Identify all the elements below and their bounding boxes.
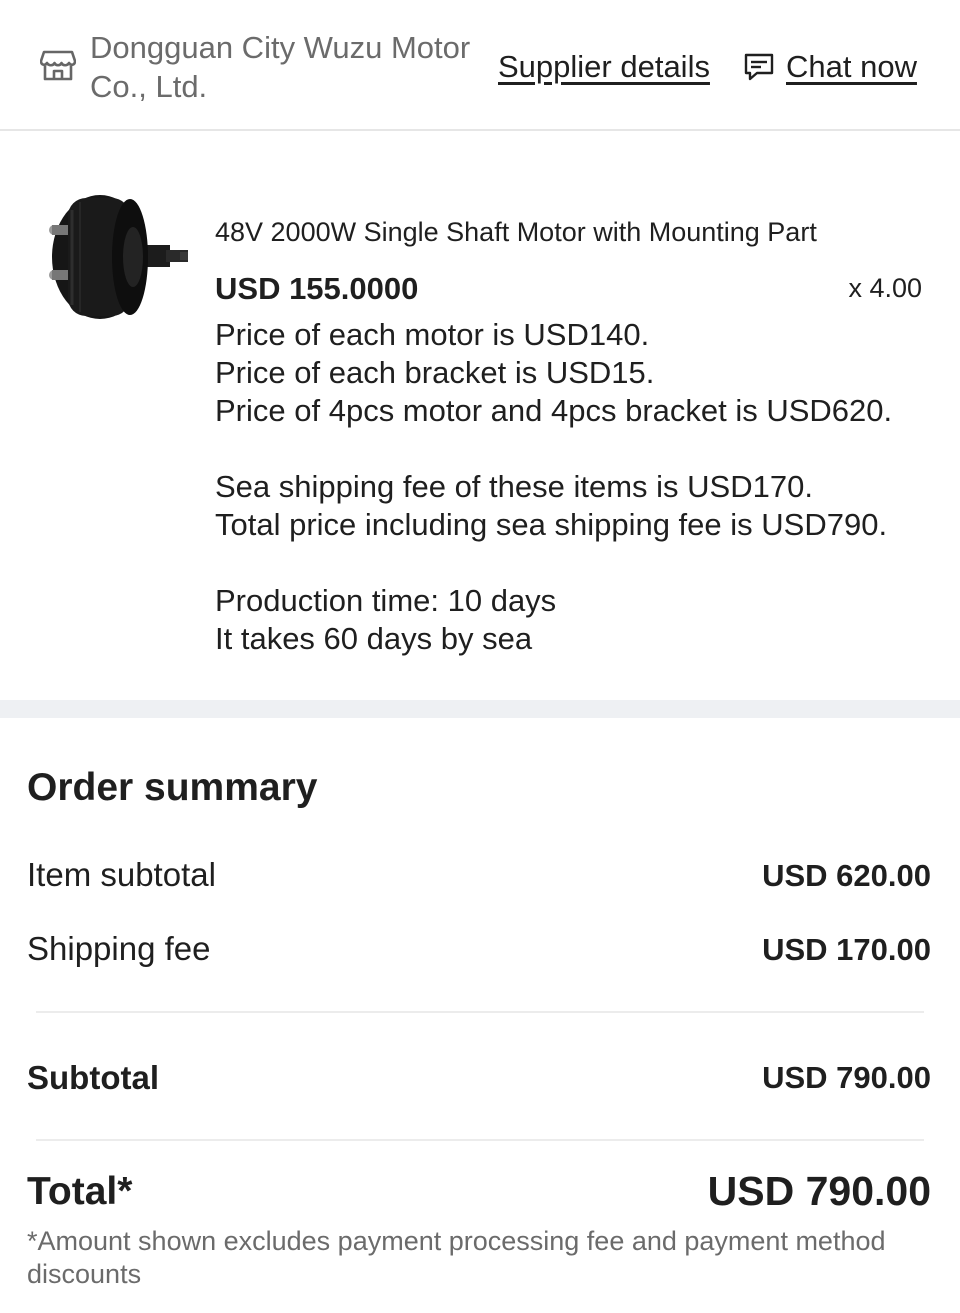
- store-icon: [40, 50, 76, 81]
- chat-bubble-icon[interactable]: [744, 53, 774, 81]
- chat-now-link[interactable]: Chat now: [786, 48, 917, 86]
- note-line: Total price including sea shipping fee i…: [215, 507, 888, 542]
- note-line: Production time: 10 days: [215, 583, 557, 618]
- note-line: Price of each bracket is USD15.: [215, 355, 655, 390]
- supplier-details-link[interactable]: Supplier details: [498, 48, 710, 86]
- supplier-header: Dongguan City Wuzu Motor Co., Ltd. Suppl…: [0, 0, 960, 131]
- item-subtotal-value: USD 620.00: [762, 858, 931, 893]
- note-line: [215, 430, 945, 468]
- product-note: Price of each motor is USD140. Price of …: [215, 316, 945, 658]
- total-label: Total*: [27, 1170, 133, 1213]
- order-page: Dongguan City Wuzu Motor Co., Ltd. Suppl…: [0, 0, 960, 1313]
- hub-motor-image[interactable]: [40, 190, 190, 325]
- shipping-fee-label: Shipping fee: [27, 930, 211, 967]
- order-summary-title: Order summary: [27, 766, 318, 809]
- total-value: USD 790.00: [707, 1168, 931, 1214]
- supplier-name: Dongguan City Wuzu Motor Co., Ltd.: [90, 30, 471, 104]
- divider: [36, 1011, 924, 1013]
- note-line: Sea shipping fee of these items is USD17…: [215, 469, 813, 504]
- note-line: Price of each motor is USD140.: [215, 317, 650, 352]
- note-line: It takes 60 days by sea: [215, 621, 533, 656]
- product-title[interactable]: 48V 2000W Single Shaft Motor with Mounti…: [215, 214, 935, 250]
- disclaimer: *Amount shown excludes payment processin…: [27, 1226, 886, 1289]
- shipping-fee-value: USD 170.00: [762, 932, 931, 967]
- item-subtotal-label: Item subtotal: [27, 856, 216, 893]
- note-line: Price of 4pcs motor and 4pcs bracket is …: [215, 393, 893, 428]
- divider: [36, 1139, 924, 1141]
- unit-price: USD 155.0000: [215, 271, 419, 306]
- note-line: [215, 544, 945, 582]
- section-divider: [0, 700, 960, 718]
- subtotal-value: USD 790.00: [762, 1060, 931, 1095]
- quantity: x 4.00: [848, 273, 922, 303]
- subtotal-label: Subtotal: [27, 1059, 159, 1096]
